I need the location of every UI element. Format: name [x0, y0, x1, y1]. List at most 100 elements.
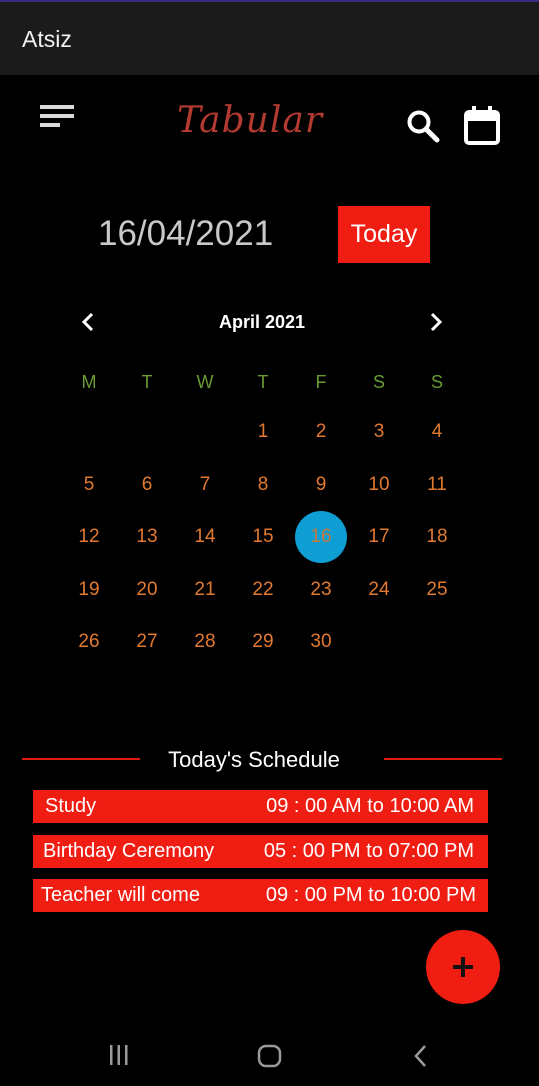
calendar-day-empty	[176, 406, 234, 459]
weekday-label: T	[257, 372, 269, 392]
calendar-day[interactable]: 22	[234, 564, 292, 617]
calendar-day[interactable]: 21	[176, 564, 234, 617]
calendar-day[interactable]: 17	[350, 511, 408, 564]
calendar-day[interactable]: 25	[408, 564, 466, 617]
calendar-day-label: 29	[252, 631, 274, 653]
home-icon[interactable]	[257, 1044, 283, 1068]
calendar-day-label: 22	[252, 578, 274, 600]
weekday-label: S	[372, 372, 385, 392]
calendar-day[interactable]: 24	[350, 564, 408, 617]
calendar-day[interactable]: 11	[408, 459, 466, 512]
event-name: Birthday Ceremony	[43, 840, 215, 862]
calendar-day[interactable]: 20	[118, 564, 176, 617]
schedule-title: Today's Schedule	[168, 747, 340, 772]
calendar-day-label: 1	[257, 421, 269, 443]
calendar-day-label: 7	[199, 473, 211, 495]
calendar-day[interactable]: 1	[234, 406, 292, 459]
weekday-label: S	[430, 372, 443, 392]
search-icon[interactable]	[405, 108, 441, 144]
calendar-day-label: 23	[310, 578, 332, 600]
calendar-day-label: 17	[368, 526, 390, 548]
weekday-label: M	[81, 372, 97, 392]
brand-logo: Tabular	[176, 100, 324, 141]
schedule-header: Today's Schedule	[22, 745, 502, 775]
calendar-day[interactable]: 9	[292, 459, 350, 512]
calendar-day-label: 8	[257, 473, 269, 495]
calendar-day-label: 28	[194, 631, 216, 653]
calendar-day[interactable]: 18	[408, 511, 466, 564]
calendar-day[interactable]: 28	[176, 616, 234, 669]
weekday-label: F	[315, 372, 327, 392]
recents-icon[interactable]	[108, 1044, 130, 1066]
calendar-day[interactable]: 23	[292, 564, 350, 617]
calendar-day-empty	[118, 406, 176, 459]
calendar-day-label: 12	[78, 526, 100, 548]
divider-right	[384, 758, 502, 760]
event-time: 09 : 00 PM to 10:00 PM	[265, 884, 476, 906]
calendar-day[interactable]: 10	[350, 459, 408, 512]
calendar-day-label: 25	[426, 578, 448, 600]
calendar-day[interactable]: 15	[234, 511, 292, 564]
calendar-day-label: 3	[373, 421, 385, 443]
selected-date: 16/04/2021	[98, 214, 274, 253]
weekday-header: M T W T F S S	[60, 372, 466, 396]
calendar-day-label: 24	[368, 578, 390, 600]
today-button[interactable]: Today	[338, 206, 430, 263]
event-name: Teacher will come	[41, 884, 200, 906]
calendar-day[interactable]: 6	[118, 459, 176, 512]
calendar-day-label: 30	[310, 631, 332, 653]
schedule-event[interactable]: Teacher will come 09 : 00 PM to 10:00 PM	[33, 879, 488, 912]
calendar-day-label: 9	[315, 473, 327, 495]
calendar-day-label: 2	[315, 421, 327, 443]
calendar-day[interactable]: 13	[118, 511, 176, 564]
system-nav-bar	[0, 1026, 539, 1086]
chevron-right-icon[interactable]	[426, 310, 446, 334]
calendar-day-label: 14	[194, 526, 216, 548]
calendar-day[interactable]: 12	[60, 511, 118, 564]
calendar-day[interactable]: 19	[60, 564, 118, 617]
add-event-button[interactable]	[426, 930, 500, 1004]
calendar-day[interactable]: 30	[292, 616, 350, 669]
calendar-day[interactable]: 4	[408, 406, 466, 459]
menu-icon[interactable]	[40, 104, 74, 128]
calendar-day-label: 6	[141, 473, 153, 495]
month-label: April 2021	[218, 312, 306, 332]
calendar-day-label: 19	[78, 578, 100, 600]
calendar-day[interactable]: 29	[234, 616, 292, 669]
calendar-month-header: April 2021	[60, 300, 464, 344]
calendar-day[interactable]: 26	[60, 616, 118, 669]
calendar-day-label: 27	[136, 631, 158, 653]
calendar-day-label: 11	[427, 473, 447, 495]
calendar-days-grid: 1 2 3 4 5 6 7 8 9 10 11 12 13 14 15 16 17 18 19 20 21 22 23 24 2…	[60, 406, 466, 669]
calendar-day-label: 18	[426, 526, 448, 548]
calendar-icon[interactable]	[462, 105, 502, 147]
calendar-day-label: 4	[431, 421, 443, 443]
event-time: 09 : 00 AM to 10:00 AM	[266, 795, 474, 817]
calendar-day-label: 15	[252, 526, 274, 548]
calendar-day-label: 20	[136, 578, 158, 600]
calendar-day-label: 21	[194, 578, 216, 600]
plus-icon	[453, 957, 473, 977]
calendar-day[interactable]: 14	[176, 511, 234, 564]
calendar-day-label: 16	[310, 526, 332, 548]
event-time: 05 : 00 PM to 07:00 PM	[263, 840, 474, 862]
schedule-event[interactable]: Birthday Ceremony 05 : 00 PM to 07:00 PM	[33, 835, 488, 868]
calendar-day-selected[interactable]: 16	[292, 511, 350, 564]
calendar-day-label: 13	[136, 526, 158, 548]
schedule-event[interactable]: Study 09 : 00 AM to 10:00 AM	[33, 790, 488, 823]
calendar-day-empty	[60, 406, 118, 459]
calendar-day[interactable]: 5	[60, 459, 118, 512]
calendar-day[interactable]: 7	[176, 459, 234, 512]
weekday-label: W	[196, 372, 214, 392]
calendar-day[interactable]: 3	[350, 406, 408, 459]
calendar-day[interactable]: 8	[234, 459, 292, 512]
event-name: Study	[45, 795, 97, 817]
calendar-day-label: 10	[368, 473, 390, 495]
app-title: Atsiz	[22, 26, 72, 52]
weekday-label: T	[141, 372, 153, 392]
back-icon[interactable]	[412, 1044, 428, 1068]
calendar-day-label: 5	[83, 473, 95, 495]
calendar-day[interactable]: 27	[118, 616, 176, 669]
calendar-day-label: 26	[78, 631, 100, 653]
calendar-day[interactable]: 2	[292, 406, 350, 459]
